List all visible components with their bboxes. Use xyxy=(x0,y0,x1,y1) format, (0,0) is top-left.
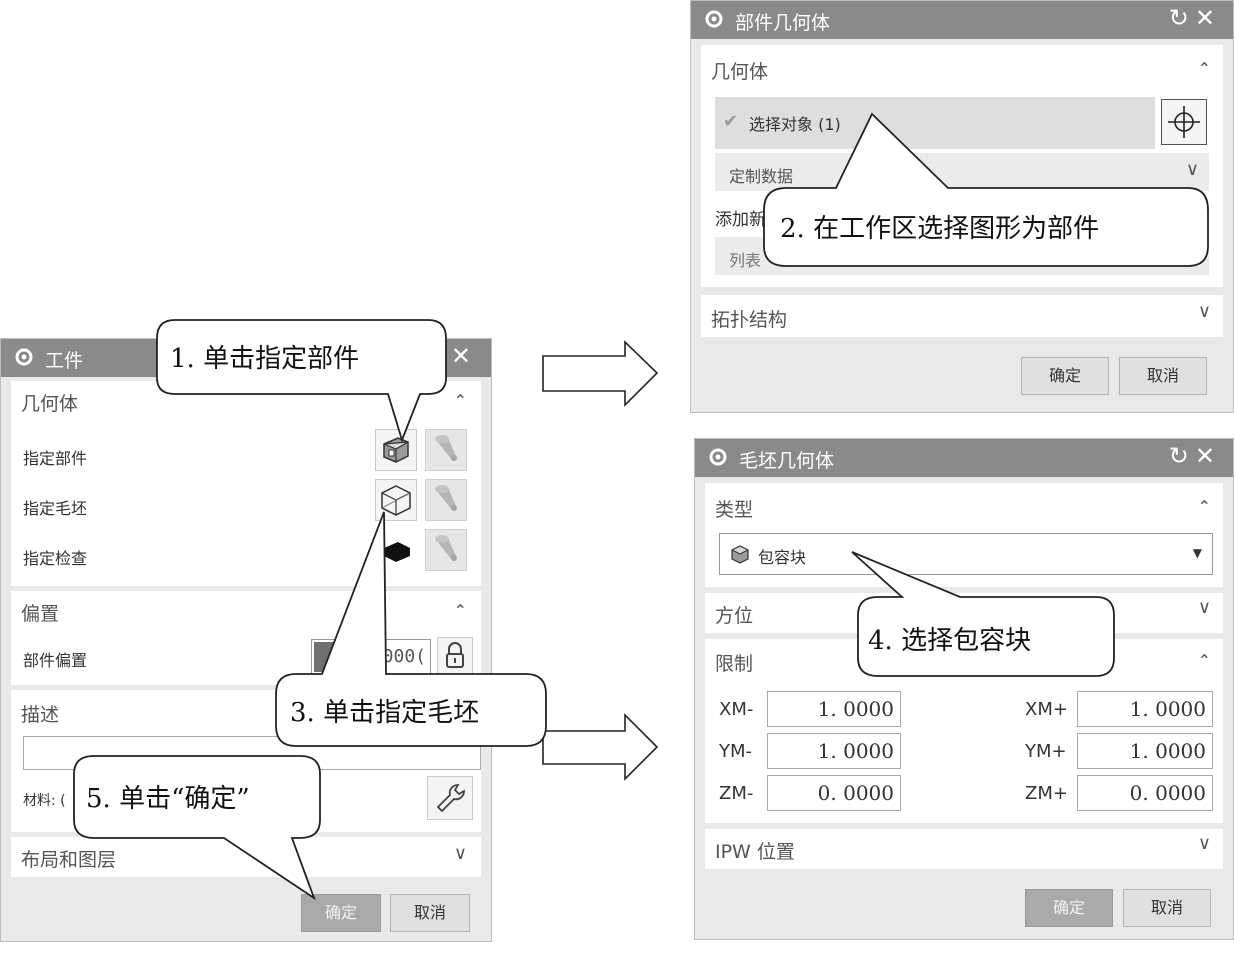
callout-5-text: 5. 单击“确定” xyxy=(86,784,250,814)
flow-arrow-right-top xyxy=(542,340,659,407)
callout-4-text: 4. 选择包容块 xyxy=(868,626,1032,656)
callout-4-bubble xyxy=(851,551,1115,677)
flow-arrow-right-bottom xyxy=(542,713,659,781)
callout-2-text: 2. 在工作区选择图形为部件 xyxy=(780,214,1100,244)
callout-1-text: 1. 单击指定部件 xyxy=(170,344,360,374)
callout-3-text: 3. 单击指定毛坯 xyxy=(290,698,480,728)
